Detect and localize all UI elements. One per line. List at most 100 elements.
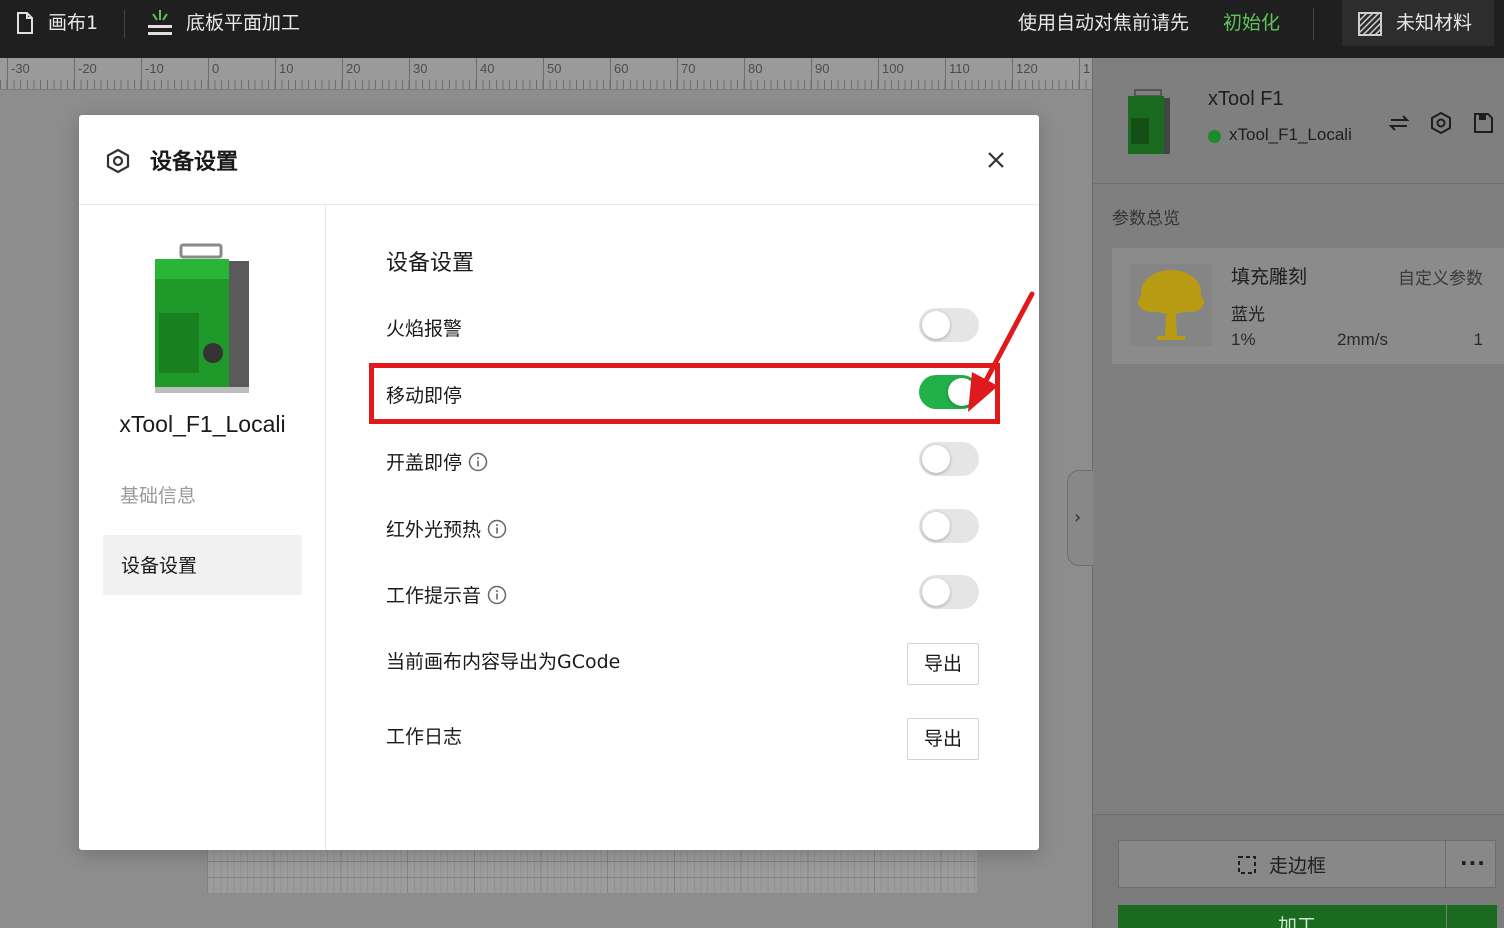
ruler-major-tick xyxy=(1079,58,1080,89)
ruler-major-tick xyxy=(409,58,410,89)
passes-value: 1 xyxy=(1473,330,1483,349)
setting-work-sound: 工作提示音 xyxy=(386,575,979,615)
ruler-major-tick xyxy=(7,58,8,89)
ruler-label: 40 xyxy=(480,61,495,76)
top-bar: 画布1 底板平面加工 使用自动对焦前请先 初始化 未知材料 xyxy=(0,0,1504,58)
layer-params-card[interactable]: 填充雕刻 自定义参数 蓝光 1% 2mm/s 1 xyxy=(1112,248,1504,364)
initialize-link[interactable]: 初始化 xyxy=(1223,10,1280,36)
ruler-label: 60 xyxy=(614,61,629,76)
save-icon[interactable] xyxy=(1472,112,1494,134)
work-area-grid[interactable] xyxy=(207,845,977,893)
device-settings-icon[interactable] xyxy=(1430,112,1452,134)
divider xyxy=(1313,8,1314,40)
tree-icon xyxy=(1138,270,1204,340)
ruler-minor-ticks xyxy=(0,80,1092,89)
setting-label-wrap: 工作提示音 xyxy=(386,581,507,608)
info-icon[interactable] xyxy=(468,452,488,472)
ruler-label: 120 xyxy=(1016,61,1038,76)
ruler-major-tick xyxy=(677,58,678,89)
highlight-annotation xyxy=(369,363,1000,424)
material-texture-icon xyxy=(1358,12,1382,36)
more-icon: ··· xyxy=(1460,851,1486,875)
params-overview-title: 参数总览 xyxy=(1112,209,1180,229)
setting-label: 火焰报警 xyxy=(386,318,463,340)
ruler-label: 80 xyxy=(748,61,763,76)
settings-hexagon-icon xyxy=(106,148,130,174)
process-more-button[interactable] xyxy=(1447,905,1497,928)
setting-work-log: 工作日志 导出 xyxy=(386,718,979,762)
switch-device-icon[interactable] xyxy=(1388,112,1410,134)
setting-label-wrap: 开盖即停 xyxy=(386,448,488,475)
dialog-header: 设备设置 xyxy=(79,115,1039,205)
sidebar-item-basic-info[interactable]: 基础信息 xyxy=(120,481,196,508)
ruler-major-tick xyxy=(275,58,276,89)
frame-button[interactable]: 走边框 xyxy=(1118,840,1446,888)
ruler-label: 90 xyxy=(815,61,830,76)
speed-value: 2mm/s xyxy=(1337,330,1388,349)
ruler-label: -20 xyxy=(78,61,97,76)
setting-label-wrap: 红外光预热 xyxy=(386,515,507,542)
autofocus-hint: 使用自动对焦前请先 xyxy=(1018,12,1190,34)
power-value: 1% xyxy=(1231,330,1256,349)
connection-status-text: xTool_F1_Locali xyxy=(1229,125,1352,144)
chevron-right-icon: › xyxy=(1074,507,1082,528)
ir-preheat-toggle[interactable] xyxy=(919,509,979,543)
right-panel: › xTool F1 xTool_F1_Locali 参数总览 填充雕刻 自定义… xyxy=(1067,58,1504,928)
layer-thumbnail xyxy=(1130,264,1212,346)
file-icon[interactable] xyxy=(16,12,34,34)
ruler-major-tick xyxy=(744,58,745,89)
close-icon[interactable] xyxy=(981,145,1011,175)
export-gcode-button[interactable]: 导出 xyxy=(907,643,979,685)
device-header: xTool F1 xTool_F1_Locali xyxy=(1093,58,1504,184)
lid-stop-toggle[interactable] xyxy=(919,442,979,476)
ruler-major-tick xyxy=(878,58,879,89)
ruler-label: 110 xyxy=(949,61,970,76)
setting-export-gcode: 当前画布内容导出为GCode 导出 xyxy=(386,643,979,687)
setting-flame-alarm: 火焰报警 xyxy=(386,308,979,348)
panel-collapse-toggle[interactable]: › xyxy=(1067,470,1093,566)
dialog-content: 设备设置 火焰报警 移动即停 开盖即停 红外光预热 工作提示音 当前画布内容导出… xyxy=(326,205,1039,850)
dialog-sidebar: xTool_F1_Locali 基础信息 设备设置 xyxy=(79,205,326,850)
device-image xyxy=(155,243,249,393)
material-selector[interactable]: 未知材料 xyxy=(1342,0,1494,46)
process-mode-selector[interactable]: 底板平面加工 xyxy=(186,10,300,36)
sidebar-item-label: 设备设置 xyxy=(121,555,198,577)
setting-label: 红外光预热 xyxy=(386,519,482,541)
sidebar-item-device-settings[interactable]: 设备设置 xyxy=(103,535,302,595)
process-button[interactable]: 加工 xyxy=(1118,905,1446,928)
work-sound-toggle[interactable] xyxy=(919,575,979,609)
device-settings-dialog: 设备设置 xTool_F1_Locali 基础信息 设备设置 设备设置 火焰报警… xyxy=(79,115,1039,850)
custom-params-link[interactable]: 自定义参数 xyxy=(1398,264,1483,289)
export-work-log-button[interactable]: 导出 xyxy=(907,718,979,760)
setting-lid-stop: 开盖即停 xyxy=(386,442,979,482)
setting-label: 当前画布内容导出为GCode xyxy=(386,651,621,673)
material-label: 未知材料 xyxy=(1396,12,1473,34)
ruler-major-tick xyxy=(208,58,209,89)
device-image xyxy=(1128,89,1170,154)
more-options-button[interactable]: ··· xyxy=(1446,840,1496,888)
ruler-label: 70 xyxy=(681,61,696,76)
toggle-knob xyxy=(922,311,950,339)
arrow-annotation xyxy=(968,291,1035,412)
ruler-label: 50 xyxy=(547,61,562,76)
frame-button-label: 走边框 xyxy=(1269,855,1327,877)
ruler-major-tick xyxy=(1012,58,1013,89)
ruler-major-tick xyxy=(141,58,142,89)
canvas-tab[interactable]: 画布1 xyxy=(48,10,98,36)
ruler-label: 1 xyxy=(1083,61,1091,76)
device-name: xTool_F1_Locali xyxy=(119,411,286,437)
ruler-label: -10 xyxy=(145,61,164,76)
ruler-label: 0 xyxy=(212,61,220,76)
divider xyxy=(124,10,125,38)
action-bar: 走边框 ··· 加工 xyxy=(1093,814,1504,928)
toggle-knob xyxy=(922,578,950,606)
setting-ir-preheat: 红外光预热 xyxy=(386,509,979,549)
device-title: xTool F1 xyxy=(1208,88,1284,110)
info-icon[interactable] xyxy=(487,585,507,605)
ruler-major-tick xyxy=(476,58,477,89)
setting-label: 工作日志 xyxy=(386,726,463,748)
laser-source: 蓝光 xyxy=(1231,305,1265,325)
laser-plane-icon xyxy=(148,10,172,35)
info-icon[interactable] xyxy=(487,519,507,539)
ruler-label: 20 xyxy=(346,61,361,76)
